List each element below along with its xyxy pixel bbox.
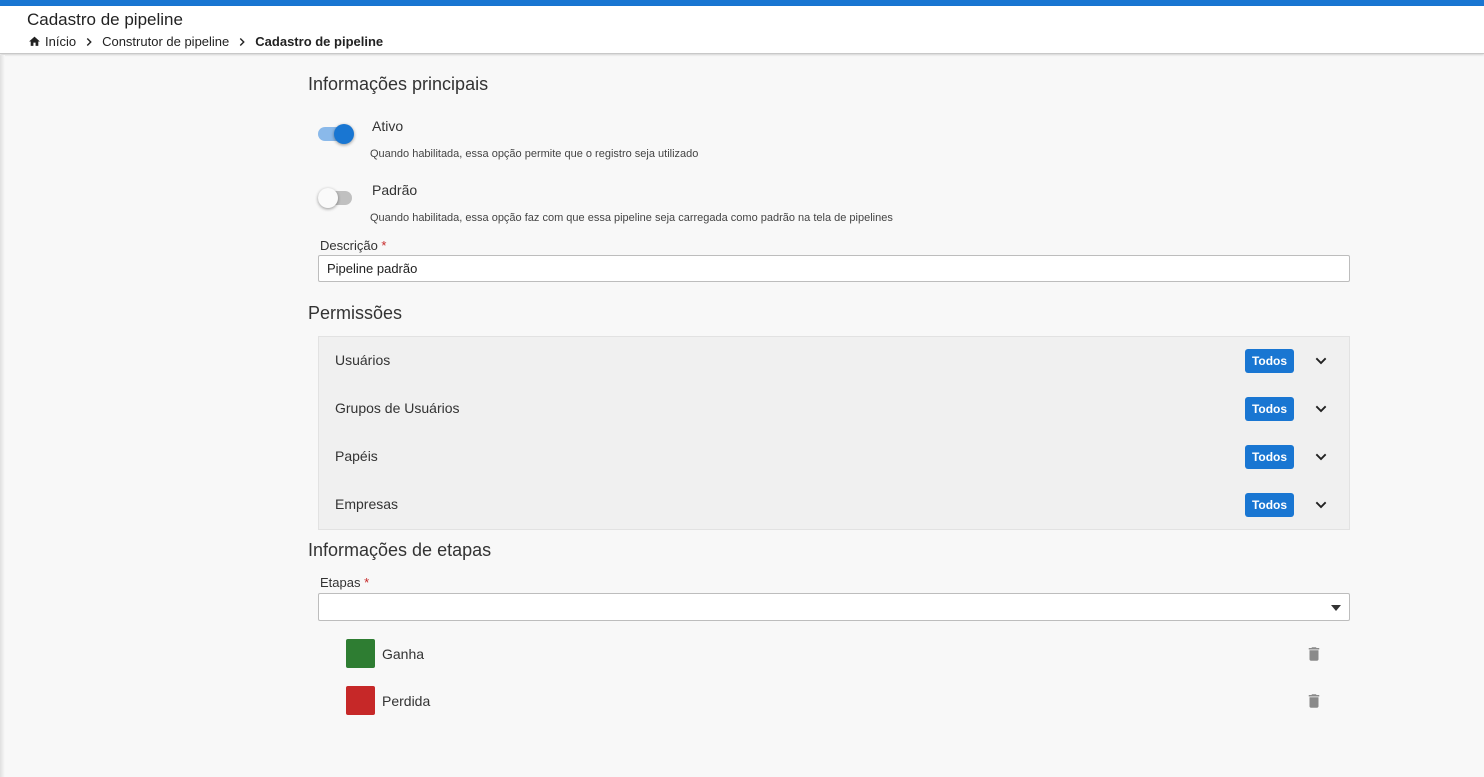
stages-select[interactable] [318, 593, 1350, 621]
home-icon[interactable] [28, 35, 41, 48]
chevron-right-icon [86, 37, 92, 46]
default-toggle[interactable] [318, 188, 354, 208]
default-toggle-label: Padrão [372, 182, 418, 198]
trash-icon[interactable] [1305, 644, 1323, 664]
chevron-down-icon[interactable] [1313, 401, 1329, 417]
active-toggle-label: Ativo [372, 118, 404, 134]
required-mark: * [364, 575, 370, 590]
page-header: Cadastro de pipeline Início Construtor d… [0, 6, 1484, 54]
stage-item-won: Ganha [346, 639, 1346, 669]
section-title-permissions: Permissões [308, 303, 403, 323]
permission-badge: Todos [1245, 445, 1294, 469]
stages-label-text: Etapas [320, 575, 361, 590]
active-toggle-help: Quando habilitada, essa opção permite qu… [370, 148, 699, 160]
description-input[interactable]: Pipeline padrão [318, 255, 1350, 282]
permission-row-users[interactable]: Usuários Todos [319, 337, 1349, 385]
active-toggle[interactable] [318, 124, 354, 144]
toggle-knob [318, 188, 338, 208]
description-label-text: Descrição [320, 238, 378, 253]
section-title-main-info: Informações principais [308, 74, 489, 94]
permission-row-companies[interactable]: Empresas Todos [319, 481, 1349, 529]
toggle-knob [334, 124, 354, 144]
dropdown-caret-icon [1331, 605, 1341, 611]
permission-badge: Todos [1245, 349, 1294, 373]
breadcrumb-home[interactable]: Início [45, 34, 76, 49]
stage-name: Ganha [382, 646, 425, 662]
breadcrumb: Início Construtor de pipeline Cadastro d… [28, 34, 383, 49]
stage-item-lost: Perdida [346, 686, 1346, 716]
permission-row-user-groups[interactable]: Grupos de Usuários Todos [319, 385, 1349, 433]
permissions-panel: Usuários Todos Grupos de Usuários Todos … [318, 336, 1350, 530]
breadcrumb-parent[interactable]: Construtor de pipeline [102, 34, 229, 49]
stages-label: Etapas * [320, 575, 369, 590]
page-title: Cadastro de pipeline [27, 10, 183, 29]
trash-icon[interactable] [1305, 691, 1323, 711]
stage-color-swatch[interactable] [346, 686, 375, 715]
stage-name: Perdida [382, 693, 431, 709]
permission-label: Empresas [335, 496, 399, 512]
chevron-down-icon[interactable] [1313, 449, 1329, 465]
left-edge-shadow [0, 55, 5, 777]
description-label: Descrição * [320, 238, 386, 253]
chevron-down-icon[interactable] [1313, 497, 1329, 513]
section-title-stages: Informações de etapas [308, 540, 492, 560]
permission-label: Usuários [335, 352, 391, 368]
breadcrumb-current: Cadastro de pipeline [255, 34, 384, 49]
chevron-down-icon[interactable] [1313, 353, 1329, 369]
stage-color-swatch[interactable] [346, 639, 375, 668]
permission-label: Papéis [335, 448, 378, 464]
default-toggle-help: Quando habilitada, essa opção faz com qu… [370, 212, 893, 224]
permission-label: Grupos de Usuários [335, 400, 460, 416]
required-mark: * [381, 238, 387, 253]
chevron-right-icon [240, 37, 246, 46]
permission-row-roles[interactable]: Papéis Todos [319, 433, 1349, 481]
permission-badge: Todos [1245, 397, 1294, 421]
permission-badge: Todos [1245, 493, 1294, 517]
